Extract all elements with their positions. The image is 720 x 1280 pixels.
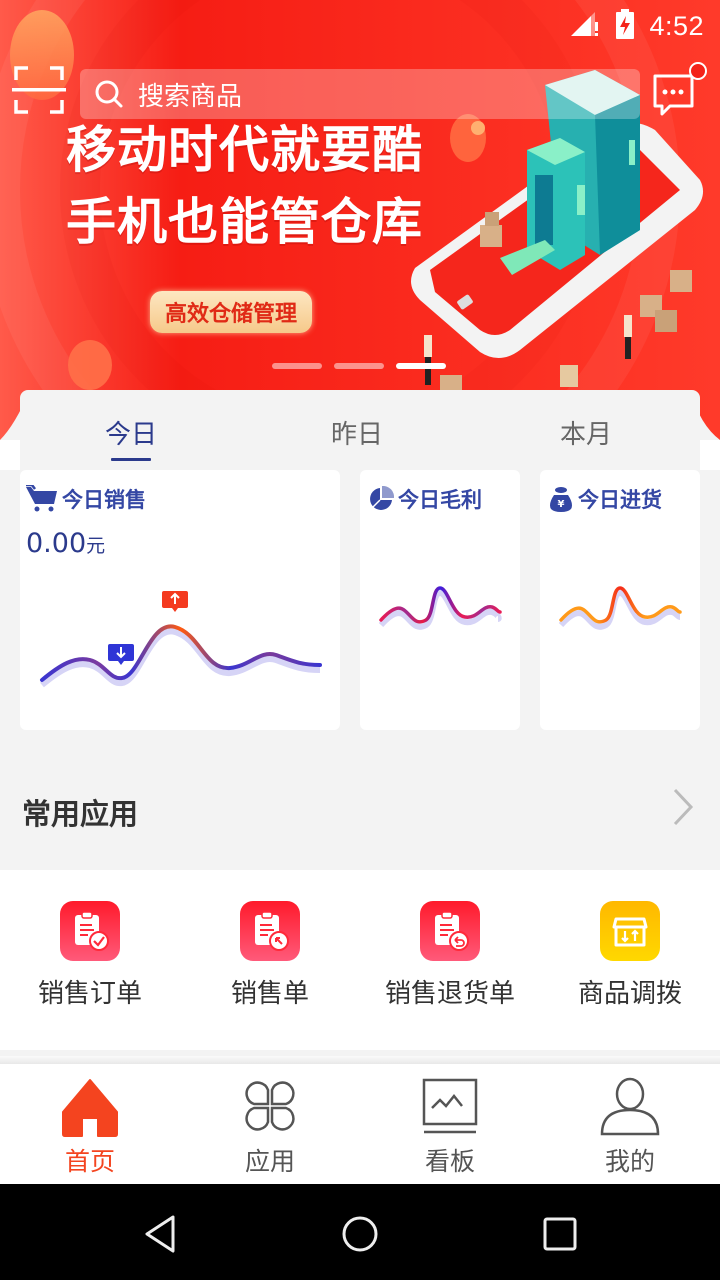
app-label: 销售订单 — [37, 979, 142, 1009]
search-icon — [95, 80, 123, 108]
app-label: 销售单 — [230, 979, 309, 1009]
app-sales-slip[interactable]: 销售单 — [180, 870, 360, 1050]
stat-card-purchase[interactable]: ¥ 今日进货 — [540, 470, 700, 730]
banner-headline-1: 移动时代就要酷 — [66, 121, 423, 179]
system-nav-bar — [0, 1184, 720, 1280]
promo-banner[interactable]: 4:52 搜索商品 移动时代就要酷 手机也能管仓库 高效仓储管理 — [0, 0, 720, 445]
recents-icon[interactable] — [535, 1208, 585, 1258]
app-label: 销售退货单 — [384, 979, 515, 1009]
clipboard-check-icon — [60, 901, 120, 961]
clipboard-cursor-icon — [240, 901, 300, 961]
clipboard-return-icon — [420, 901, 480, 961]
tab-indicator — [111, 458, 151, 461]
search-placeholder: 搜索商品 — [138, 81, 243, 112]
nav-dashboard[interactable]: 看板 — [360, 1064, 540, 1184]
chevron-right-icon — [673, 788, 694, 826]
bottom-nav: 首页 应用 看板 我的 — [0, 1064, 720, 1184]
banner-headline-2: 手机也能管仓库 — [66, 193, 423, 251]
signal-no-data-icon — [569, 10, 601, 42]
carousel-dot[interactable] — [272, 363, 322, 369]
tab-label: 今日 — [104, 420, 157, 450]
purchase-trend-graphic — [558, 586, 682, 630]
nav-label: 首页 — [64, 1147, 115, 1176]
status-time: 4:52 — [649, 10, 704, 41]
box-transfer-icon — [600, 901, 660, 961]
message-badge — [689, 62, 707, 80]
common-apps-header[interactable]: 常用应用 — [0, 755, 720, 865]
app-goods-transfer[interactable]: 商品调拨 — [540, 870, 720, 1050]
chat-bubble-icon — [653, 62, 707, 116]
tab-today[interactable]: 今日 — [20, 390, 242, 470]
home-icon — [62, 1079, 118, 1137]
app-sales-order[interactable]: 销售订单 — [0, 870, 180, 1050]
stat-card-sales[interactable]: 今日销售 0.00元 — [20, 470, 340, 730]
period-tabs: 今日 昨日 本月 — [20, 390, 700, 470]
tab-label: 昨日 — [330, 420, 383, 450]
sales-trend-graphic — [40, 591, 322, 688]
tab-label: 本月 — [559, 420, 612, 450]
scan-icon — [12, 66, 66, 114]
up-marker — [162, 591, 188, 612]
tab-yesterday[interactable]: 昨日 — [242, 390, 472, 470]
carousel-dot-active[interactable] — [396, 363, 446, 369]
carousel-indicator — [272, 363, 446, 369]
user-icon — [600, 1077, 660, 1136]
app-label: 商品调拨 — [577, 979, 682, 1009]
nav-label: 我的 — [604, 1147, 655, 1176]
status-bar: 4:52 — [569, 0, 720, 52]
stat-card-profit[interactable]: 今日毛利 — [360, 470, 520, 730]
nav-apps[interactable]: 应用 — [180, 1064, 360, 1184]
down-marker — [108, 644, 134, 665]
message-button[interactable] — [652, 62, 708, 118]
search-input[interactable]: 搜索商品 — [80, 69, 640, 119]
nav-home[interactable]: 首页 — [0, 1064, 180, 1184]
app-sales-return[interactable]: 销售退货单 — [360, 870, 540, 1050]
home-circle-icon[interactable] — [335, 1208, 385, 1258]
profit-trend-graphic — [378, 586, 502, 630]
banner-tag: 高效仓储管理 — [150, 291, 312, 333]
tab-this-month[interactable]: 本月 — [472, 390, 700, 470]
nav-profile[interactable]: 我的 — [540, 1064, 720, 1184]
section-title: 常用应用 — [22, 797, 139, 831]
nav-divider — [0, 1056, 720, 1064]
carousel-dot[interactable] — [334, 363, 384, 369]
scan-button[interactable] — [12, 64, 66, 116]
common-apps-grid: 销售订单 销售单 销售退货单 商品调拨 — [0, 870, 720, 1050]
period-panel: 今日 昨日 本月 — [20, 390, 700, 470]
back-icon[interactable] — [135, 1208, 185, 1258]
battery-charging-icon — [615, 9, 635, 43]
nav-label: 应用 — [244, 1147, 295, 1176]
dashboard-chart-icon — [422, 1078, 478, 1134]
apps-grid-icon — [245, 1081, 295, 1131]
nav-label: 看板 — [424, 1147, 475, 1176]
